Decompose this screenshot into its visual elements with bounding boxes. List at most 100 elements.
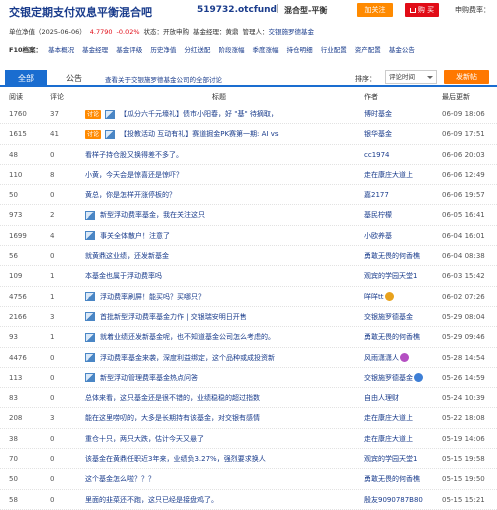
post-title-text[interactable]: 小黄，今天会是惊喜还是惊吓？ [85,171,183,179]
post-title-text[interactable]: 能在这里唠叨的，大多是长期持有该基金，对交银有感情 [85,414,260,422]
post-title-text[interactable]: 黄总，你是怎样开涨停板的？ [85,191,176,199]
post-author[interactable]: 银华基金 [364,124,440,144]
post-author[interactable]: 自由人理财 [364,388,440,408]
post-title[interactable]: 能在这里唠叨的，大多是长期持有该基金，对交银有感情 [85,408,360,428]
post-author[interactable]: 勇敢无畏的何香樵 [364,469,440,489]
post-title-text[interactable]: 事关全体散户！注意了 [100,232,170,240]
author-name[interactable]: 观宾的学园天堂1 [364,455,417,463]
author-name[interactable]: 咩咩tt [364,293,384,301]
post-title[interactable]: 事关全体散户！注意了 [85,226,360,246]
post-title-text[interactable]: 就黄鼎这业绩，还发新基金 [85,252,169,260]
f10-link[interactable]: 基金公告 [389,46,415,54]
post-author[interactable]: 观宾的学园天堂1 [364,266,440,286]
post-title[interactable]: 本基金也属于浮动费率吗 [85,266,360,286]
post-title-text[interactable]: 【瓜分六千元壕礼】债市小阳春，好 "基" 待摘取， [120,110,278,118]
author-name[interactable]: 观宾的学园天堂1 [364,272,417,280]
author-name[interactable]: 基民柠檬 [364,211,392,219]
post-author[interactable]: cc1974 [364,145,440,165]
post-title-text[interactable]: 该基金在黄鼎任职近3年来，业绩负3.27%，强烈要求换人 [85,455,266,463]
post-title-text[interactable]: 总体来看，这只基金还是很不错的，业绩稳稳的超过指数 [85,394,260,402]
post-title[interactable]: 讨论 【瓜分六千元壕礼】债市小阳春，好 "基" 待摘取， [85,104,360,124]
post-title[interactable]: 这个基金怎么啦？？？ [85,469,360,489]
post-title-text[interactable]: 浮动费率刷屏！能买吗？买哪只？ [100,293,205,301]
post-author[interactable]: 交银施罗德基金 [364,307,440,327]
post-title[interactable]: 看样子持仓股又换得差不多了。 [85,145,360,165]
author-name[interactable]: 走在康庄大道上 [364,414,413,422]
post-title-text[interactable]: 里面的韭菜还不跑，这只已经是接盘鸡了。 [85,496,218,504]
post-title-text[interactable]: 就着业绩还发新基金呢，也不知道基金公司怎么考虑的。 [100,333,275,341]
post-title[interactable]: 就着业绩还发新基金呢，也不知道基金公司怎么考虑的。 [85,327,360,347]
author-name[interactable]: 走在康庄大道上 [364,171,413,179]
post-author[interactable]: 小欧养基 [364,226,440,246]
author-name[interactable]: 走在康庄大道上 [364,435,413,443]
f10-link[interactable]: 持仓明细 [287,46,313,54]
company-link[interactable]: 交银施罗德基金 [269,28,315,36]
author-name[interactable]: 勇敢无畏的何香樵 [364,252,420,260]
f10-link[interactable]: 基金经理 [82,46,108,54]
post-title-text[interactable]: 重仓十只，两只大跌，估计今天又悬了 [85,435,204,443]
post-title-text[interactable]: 这个基金怎么啦？？？ [85,475,155,483]
post-author[interactable]: 走在康庄大道上 [364,429,440,449]
post-title-text[interactable]: 本基金也属于浮动费率吗 [85,272,162,280]
f10-link[interactable]: 季度涨幅 [253,46,279,54]
bar-title[interactable]: 交银定期支付双息平衡混合吧 [9,4,152,20]
post-author[interactable]: 交银施罗德基金 [364,368,440,388]
author-name[interactable]: 嘉2177 [364,191,389,199]
post-author[interactable]: 走在康庄大道上 [364,408,440,428]
post-title-text[interactable]: 首批新型浮动费率基金力作 | 交银瑞安明日开售 [100,313,247,321]
author-name[interactable]: 小欧养基 [364,232,392,240]
post-author[interactable]: 走在康庄大道上 [364,165,440,185]
company-discussion-link[interactable]: 查看关于交银施罗德基金公司的全部讨论 [105,74,222,84]
post-author[interactable]: 观宾的学园天堂1 [364,449,440,469]
author-name[interactable]: cc1974 [364,151,390,159]
post-author[interactable]: 殷友9090787B80 [364,490,440,510]
post-author[interactable]: 咩咩tt [364,287,440,307]
post-title-text[interactable]: 看样子持仓股又换得差不多了。 [85,151,183,159]
post-author[interactable]: 风雨潇潇人 [364,348,440,368]
post-title-text[interactable]: 浮动费率基金来袭，深度利益绑定，这个品种或成投资新 [100,354,275,362]
manager[interactable]: 基金经理：黄鼎 [193,28,239,36]
follow-button[interactable]: 加关注 [357,3,393,17]
f10-link[interactable]: 分红送配 [184,46,210,54]
tab-all[interactable]: 全部 [5,70,47,87]
author-name[interactable]: 风雨潇潇人 [364,354,399,362]
author-name[interactable]: 自由人理财 [364,394,399,402]
post-title[interactable]: 里面的韭菜还不跑，这只已经是接盘鸡了。 [85,490,360,510]
f10-link[interactable]: 资产配置 [355,46,381,54]
post-title[interactable]: 该基金在黄鼎任职近3年来，业绩负3.27%，强烈要求换人 [85,449,360,469]
author-name[interactable]: 银华基金 [364,130,392,138]
f10-link[interactable]: 基金评级 [116,46,142,54]
f10-link[interactable]: 行业配置 [321,46,347,54]
post-title[interactable]: 新型浮动管理费率基金热点问答 [85,368,360,388]
post-title[interactable]: 新型浮动费率基金，我在关注这只 [85,205,360,225]
post-author[interactable]: 嘉2177 [364,185,440,205]
post-title[interactable]: 浮动费率基金来袭，深度利益绑定，这个品种或成投资新 [85,348,360,368]
post-title-text[interactable]: 新型浮动管理费率基金热点问答 [100,374,198,382]
post-title[interactable]: 重仓十只，两只大跌，估计今天又悬了 [85,429,360,449]
author-name[interactable]: 交银施罗德基金 [364,313,413,321]
author-name[interactable]: 博时基金 [364,110,392,118]
post-title[interactable]: 小黄，今天会是惊喜还是惊吓？ [85,165,360,185]
fund-code[interactable]: 519732.otcfund [197,5,277,15]
post-author[interactable]: 勇敢无畏的何香樵 [364,246,440,266]
post-author[interactable]: 勇敢无畏的何香樵 [364,327,440,347]
f10-link[interactable]: 阶段涨幅 [218,46,244,54]
post-author[interactable]: 博时基金 [364,104,440,124]
buy-button[interactable]: 购 买 [405,3,439,17]
new-post-button[interactable]: 发新帖 [444,70,489,84]
author-name[interactable]: 勇敢无畏的何香樵 [364,475,420,483]
author-name[interactable]: 殷友9090787B80 [364,496,423,504]
post-title[interactable]: 总体来看，这只基金还是很不错的，业绩稳稳的超过指数 [85,388,360,408]
post-title-text[interactable]: 新型浮动费率基金，我在关注这只 [100,211,205,219]
post-title-text[interactable]: 【投教活动 互动有礼】赛道掘金PK赛第一期: AI vs [120,130,279,138]
f10-link[interactable]: 历史净值 [150,46,176,54]
post-author[interactable]: 基民柠檬 [364,205,440,225]
post-title[interactable]: 黄总，你是怎样开涨停板的？ [85,185,360,205]
author-name[interactable]: 交银施罗德基金 [364,374,413,382]
post-title[interactable]: 就黄鼎这业绩，还发新基金 [85,246,360,266]
f10-link[interactable]: 基本概况 [48,46,74,54]
tab-announcements[interactable]: 公告 [60,70,88,87]
post-title[interactable]: 讨论 【投教活动 互动有礼】赛道掘金PK赛第一期: AI vs [85,124,360,144]
post-title[interactable]: 首批新型浮动费率基金力作 | 交银瑞安明日开售 [85,307,360,327]
post-title[interactable]: 浮动费率刷屏！能买吗？买哪只？ [85,287,360,307]
